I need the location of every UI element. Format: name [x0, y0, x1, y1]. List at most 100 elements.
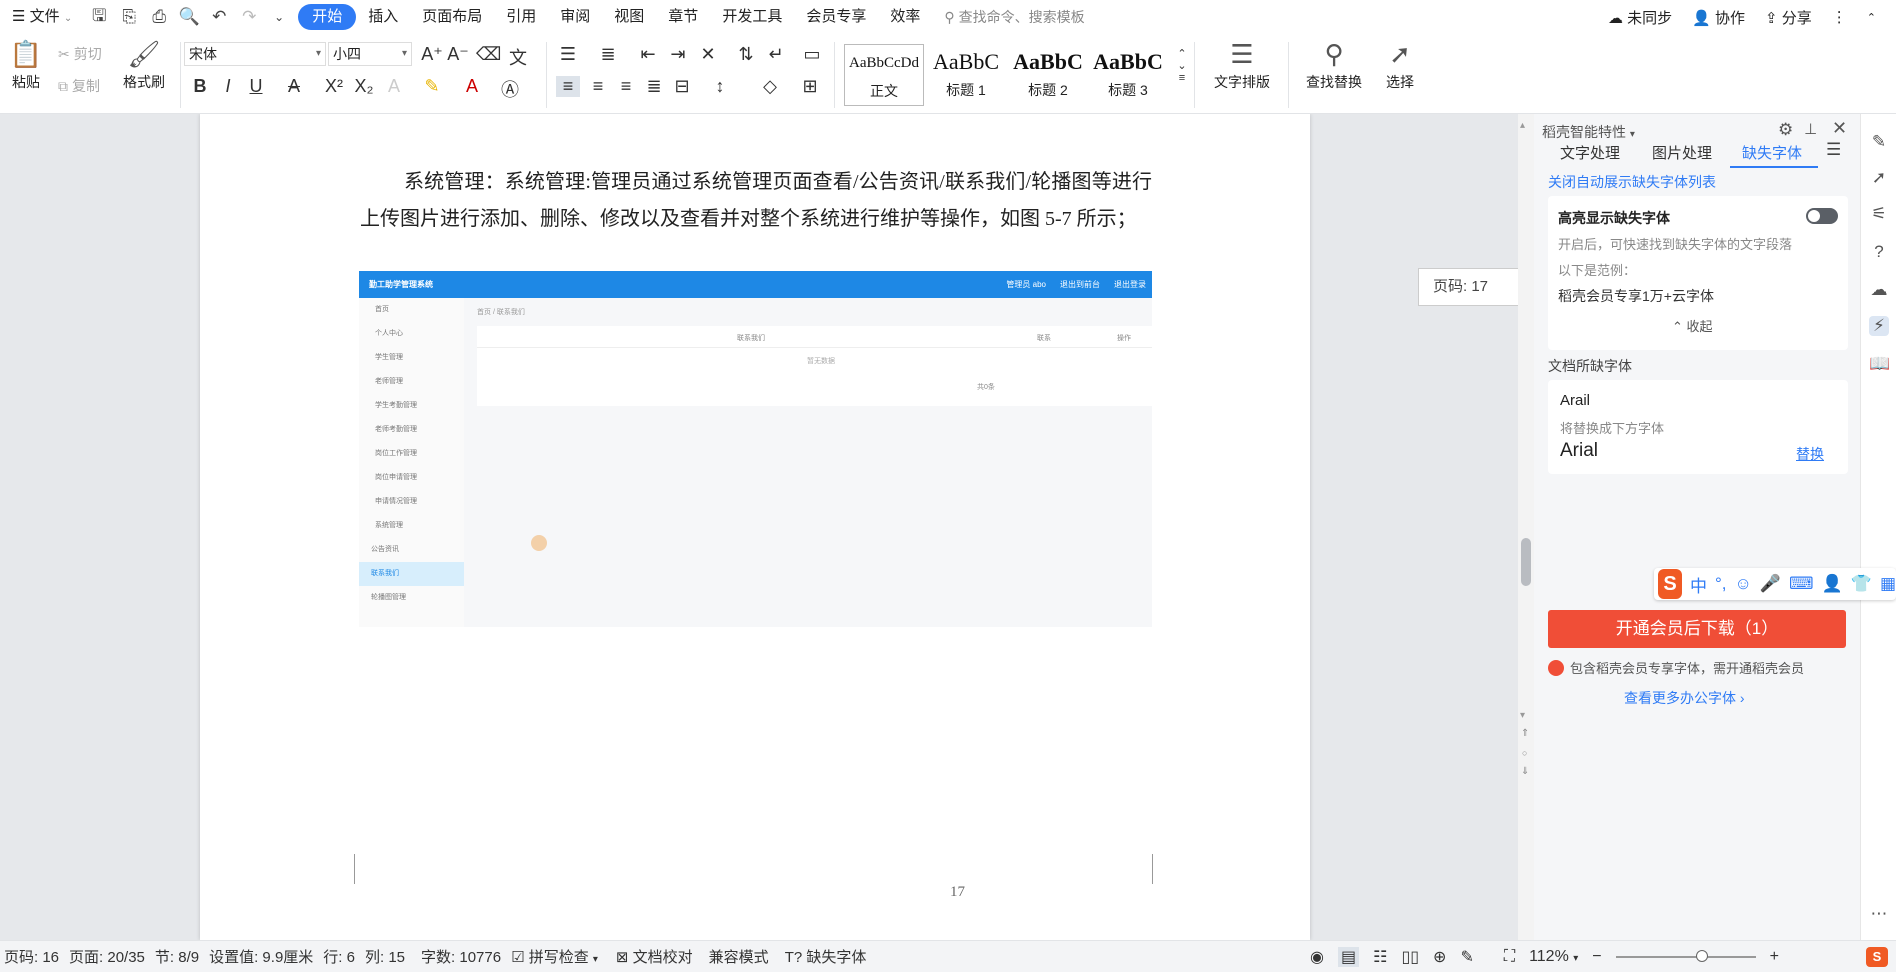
- scrollbar-thumb[interactable]: [1521, 538, 1531, 586]
- next-page-icon[interactable]: ⇓: [1521, 766, 1529, 777]
- chinese-layout-icon[interactable]: ✕: [696, 44, 720, 65]
- line-spacing-icon[interactable]: ↕: [708, 76, 732, 97]
- more-fonts-link[interactable]: 查看更多办公字体 ›: [1624, 688, 1745, 708]
- command-search[interactable]: ⚲ 查找命令、搜索模板: [944, 7, 1084, 27]
- collab-button[interactable]: 👤 协作: [1692, 7, 1745, 28]
- highlight-toggle[interactable]: [1806, 208, 1838, 224]
- tab-member[interactable]: 会员专享: [794, 4, 878, 30]
- pin-icon[interactable]: ⊥: [1804, 120, 1817, 138]
- italic-icon[interactable]: I: [216, 76, 240, 97]
- text-layout-button[interactable]: ☰ 文字排版: [1206, 36, 1278, 92]
- scroll-up-icon[interactable]: ▴: [1520, 120, 1525, 131]
- tab-efficiency[interactable]: 效率: [878, 4, 932, 30]
- export-icon[interactable]: ⎘: [118, 6, 140, 28]
- align-right-icon[interactable]: ≡: [614, 76, 638, 97]
- emoji-icon[interactable]: ☺: [1735, 574, 1752, 594]
- fit-page-icon[interactable]: ⛶: [1504, 948, 1515, 966]
- bullet-list-icon[interactable]: ☰: [556, 44, 580, 65]
- styles-scroll-icon[interactable]: ⌃ ⌄ ≡: [1170, 48, 1194, 84]
- tab-missing-fonts[interactable]: 缺失字体: [1742, 142, 1802, 163]
- tab-image-processing[interactable]: 图片处理: [1652, 142, 1712, 163]
- read-view-icon[interactable]: ▯▯: [1401, 947, 1419, 967]
- increase-indent-icon[interactable]: ⇥: [666, 44, 690, 65]
- tab-references[interactable]: 引用: [494, 4, 548, 30]
- show-marks-icon[interactable]: ↵: [764, 44, 788, 65]
- status-words[interactable]: 字数: 10776: [421, 946, 501, 967]
- save-icon[interactable]: 🖫: [88, 6, 110, 28]
- font-name-select[interactable]: 宋体 ▾: [184, 42, 326, 66]
- highlight-icon[interactable]: ✎: [420, 76, 444, 97]
- smart-icon[interactable]: ⚡: [1869, 316, 1889, 336]
- justify-icon[interactable]: ≣: [642, 76, 666, 97]
- superscript-icon[interactable]: X²: [322, 76, 346, 97]
- prev-page-icon[interactable]: ⇑: [1521, 728, 1529, 739]
- numbered-list-icon[interactable]: ≣: [596, 44, 620, 65]
- tab-review[interactable]: 审阅: [548, 4, 602, 30]
- browse-object-icon[interactable]: ○: [1522, 748, 1527, 758]
- close-auto-show-link[interactable]: 关闭自动展示缺失字体列表: [1548, 172, 1716, 192]
- align-center-icon[interactable]: ≡: [586, 76, 610, 97]
- print-preview-icon[interactable]: 🔍: [178, 6, 200, 28]
- style-heading-3[interactable]: AaBbC 标题 3: [1088, 44, 1168, 106]
- ime-mode[interactable]: 中: [1690, 572, 1707, 597]
- zoom-slider[interactable]: [1615, 950, 1756, 962]
- style-normal[interactable]: AaBbCcDd 正文: [844, 44, 924, 106]
- text-effect-icon[interactable]: A: [382, 76, 406, 97]
- file-menu[interactable]: ☰ 文件 ⌄: [0, 4, 84, 30]
- decrease-indent-icon[interactable]: ⇤: [636, 44, 660, 65]
- vertical-scrollbar[interactable]: ▴ ▾ ⇑ ○ ⇓: [1518, 114, 1534, 940]
- grid-icon[interactable]: ▦: [1880, 574, 1896, 594]
- settings-icon[interactable]: ⚙: [1778, 120, 1793, 140]
- clear-format-icon[interactable]: ⌫: [476, 44, 501, 65]
- copy-button[interactable]: ⧉ 复制: [58, 76, 100, 96]
- zoom-level[interactable]: 112% ▾: [1529, 948, 1578, 966]
- write-view-icon[interactable]: ✎: [1460, 947, 1473, 967]
- spell-check-button[interactable]: ☑ 拼写检查 ▾: [511, 946, 598, 967]
- body-paragraph[interactable]: 系统管理：系统管理:管理员通过系统管理页面查看/公告资讯/联系我们/轮播图等进行…: [360, 164, 1152, 238]
- document-page[interactable]: 系统管理：系统管理:管理员通过系统管理页面查看/公告资讯/联系我们/轮播图等进行…: [200, 114, 1310, 940]
- proofread-button[interactable]: ⊠ 文档校对: [616, 946, 693, 967]
- table-grid-icon[interactable]: ▭: [800, 44, 824, 65]
- align-left-icon[interactable]: ≡: [556, 76, 580, 97]
- close-icon[interactable]: ✕: [1832, 118, 1847, 139]
- punctuation-icon[interactable]: °,: [1715, 574, 1727, 594]
- phonetic-guide-icon[interactable]: 文: [506, 44, 530, 70]
- customize-toolbar-icon[interactable]: ⌄: [268, 6, 290, 28]
- find-replace-button[interactable]: ⚲ 查找替换: [1298, 36, 1370, 92]
- shading-icon[interactable]: ◇: [758, 76, 782, 97]
- font-size-select[interactable]: 小四 ▾: [328, 42, 412, 66]
- pen-icon[interactable]: ✎: [1869, 132, 1889, 152]
- cursor-icon[interactable]: ➚: [1869, 168, 1889, 188]
- zoom-out-icon[interactable]: −: [1592, 948, 1601, 966]
- shrink-font-icon[interactable]: A⁻: [446, 44, 470, 65]
- cut-button[interactable]: ✂ 剪切: [58, 44, 102, 64]
- book-icon[interactable]: 📖: [1869, 354, 1890, 374]
- ime-toolbar[interactable]: S 中 °, ☺ 🎤 ⌨ 👤 👕 ▦: [1654, 568, 1896, 600]
- sync-status[interactable]: ☁ 未同步: [1608, 7, 1672, 28]
- panel-menu-icon[interactable]: ☰: [1826, 140, 1841, 160]
- strikethrough-icon[interactable]: A: [282, 76, 306, 97]
- underline-icon[interactable]: U: [244, 76, 268, 97]
- subscript-icon[interactable]: X₂: [352, 76, 376, 97]
- keyboard-icon[interactable]: ⌨: [1789, 574, 1814, 594]
- tab-developer[interactable]: 开发工具: [710, 4, 794, 30]
- bold-icon[interactable]: B: [188, 76, 212, 97]
- help-icon[interactable]: ?: [1869, 242, 1889, 262]
- collapse-ribbon-icon[interactable]: ⌃: [1867, 11, 1876, 24]
- page-view-icon[interactable]: ▤: [1337, 947, 1360, 967]
- panel-title[interactable]: 稻壳智能特性 ▾: [1542, 122, 1635, 142]
- tab-text-processing[interactable]: 文字处理: [1560, 142, 1620, 163]
- download-after-vip-button[interactable]: 开通会员后下载（1）: [1548, 610, 1846, 648]
- status-pages[interactable]: 页面: 20/35: [69, 946, 145, 967]
- tab-insert[interactable]: 插入: [356, 4, 410, 30]
- style-heading-2[interactable]: AaBbC 标题 2: [1008, 44, 1088, 106]
- redo-icon[interactable]: ↷: [238, 6, 260, 28]
- print-icon[interactable]: ⎙: [148, 6, 170, 28]
- tab-home[interactable]: 开始: [298, 4, 357, 30]
- embedded-screenshot[interactable]: 勤工助学管理系统 管理员 abo 退出到前台 退出登录 首页 个人中心 学生管理…: [359, 271, 1152, 627]
- char-border-icon[interactable]: Ⓐ: [498, 76, 522, 102]
- more-menu-icon[interactable]: ⋮: [1832, 8, 1847, 26]
- share-button[interactable]: ⇪ 分享: [1765, 7, 1812, 28]
- more-icon[interactable]: ⋯: [1869, 904, 1889, 924]
- replace-link[interactable]: 替换: [1796, 444, 1824, 464]
